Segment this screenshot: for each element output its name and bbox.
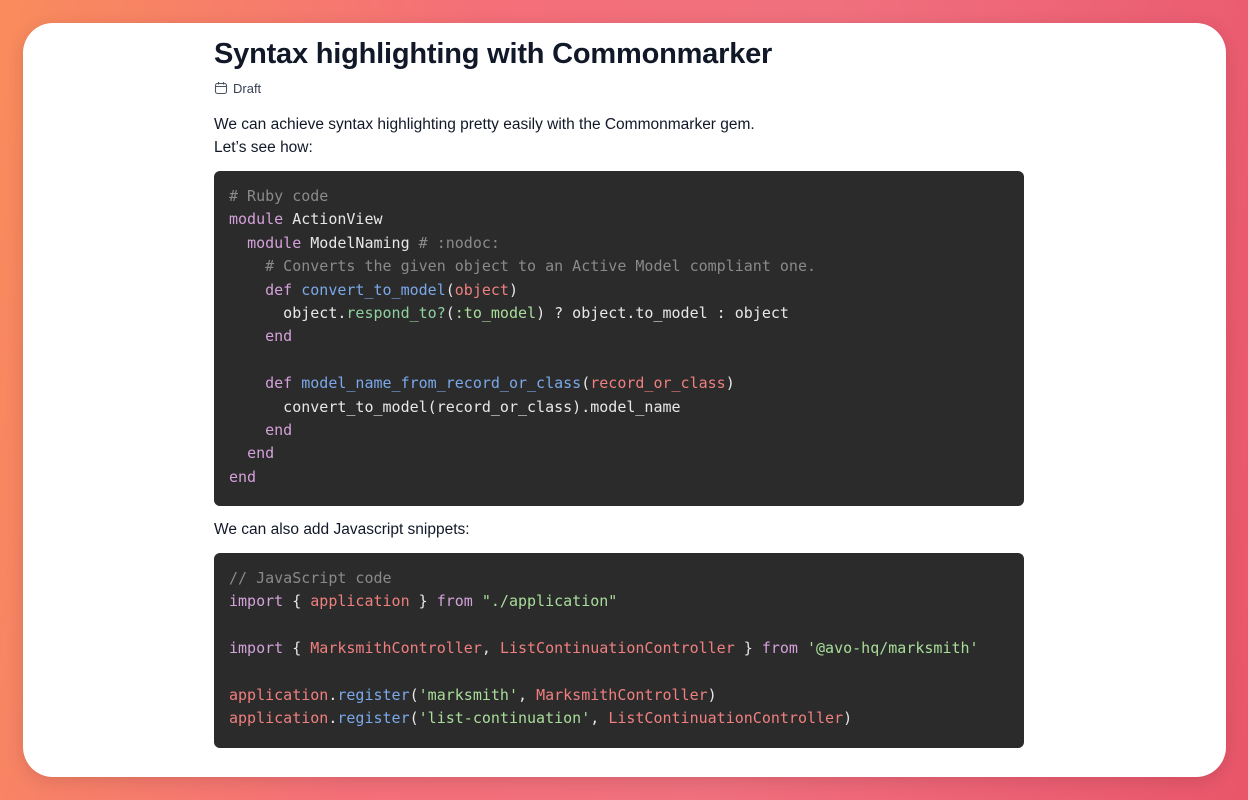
code-line: def convert_to_model(object)	[229, 279, 1009, 302]
code-line: end	[229, 419, 1009, 442]
code-token: ListContinuationController	[608, 709, 844, 728]
code-token: )	[508, 280, 518, 299]
code-token: ListContinuationController	[499, 639, 735, 658]
post-status: Draft	[214, 80, 1024, 96]
code-token: (	[445, 303, 455, 322]
code-token: model_name_from_record_or_class	[301, 374, 582, 393]
code-token: application	[229, 709, 329, 728]
javascript-code-block: // JavaScript code import { application }…	[214, 553, 1024, 748]
ruby-code-block: # Ruby code module ActionView module Mode…	[214, 171, 1024, 506]
code-line: import { application } from "./applicati…	[229, 590, 1009, 613]
js-intro-paragraph: We can also add Javascript snippets:	[214, 521, 470, 538]
code-token: end	[229, 467, 257, 486]
code-line: application.register('marksmith', Marksm…	[229, 684, 1009, 707]
code-token: register	[337, 685, 410, 704]
code-line: end	[229, 325, 1009, 348]
code-token: )	[707, 685, 717, 704]
code-line: # Ruby code	[229, 185, 1009, 208]
code-token: application	[310, 592, 410, 611]
code-token: 'list-continuation'	[418, 709, 591, 728]
code-token: )	[843, 709, 853, 728]
intro-line-1: We can achieve syntax highlighting prett…	[214, 116, 755, 133]
post-card: Syntax highlighting with Commonmarker Dr…	[23, 23, 1226, 777]
code-token: object.	[229, 303, 347, 322]
code-line: # Converts the given object to an Active…	[229, 255, 1009, 278]
calendar-icon	[214, 82, 228, 95]
code-token: convert_to_model(record_or_class).model_…	[229, 397, 681, 416]
code-token: # :nodoc:	[418, 233, 500, 252]
code-token: :to_model	[454, 303, 537, 322]
code-token: # Converts the given object to an Active…	[265, 257, 817, 276]
code-token: import	[229, 592, 284, 611]
code-token: ,	[590, 709, 609, 728]
code-token: def	[265, 374, 293, 393]
code-token: application	[229, 685, 329, 704]
code-token: ) ? object.to_model : object	[536, 303, 789, 322]
post-title: Syntax highlighting with Commonmarker	[214, 38, 773, 70]
code-token: end	[265, 327, 293, 346]
code-token: (	[445, 280, 455, 299]
code-line: // JavaScript code	[229, 567, 1009, 590]
code-token: record_or_class	[590, 374, 726, 393]
code-line: convert_to_model(record_or_class).model_…	[229, 396, 1009, 419]
intro-line-2: Let’s see how:	[214, 139, 313, 156]
code-token: (	[409, 685, 419, 704]
code-line: module ModelNaming # :nodoc:	[229, 232, 1009, 255]
post-content: Syntax highlighting with Commonmarker Dr…	[214, 37, 1024, 748]
code-token: {	[283, 639, 311, 658]
code-line: object.respond_to?(:to_model) ? object.t…	[229, 302, 1009, 325]
code-token: register	[337, 709, 410, 728]
code-token: object	[454, 280, 509, 299]
code-token: end	[247, 444, 275, 463]
status-label: Draft	[233, 80, 262, 96]
code-token: import	[229, 639, 284, 658]
code-line: application.register('list-continuation'…	[229, 707, 1009, 730]
code-token: end	[265, 420, 293, 439]
code-token: convert_to_model	[301, 280, 446, 299]
code-token: # Ruby code	[229, 187, 329, 205]
code-token: (	[581, 374, 591, 393]
code-token: MarksmithController	[310, 639, 482, 658]
code-token: '@avo-hq/marksmith'	[807, 639, 979, 658]
code-token: ,	[518, 685, 537, 704]
code-line: end	[229, 466, 1009, 489]
code-token: )	[725, 374, 735, 393]
code-token: from	[436, 592, 473, 611]
code-token: ModelNaming	[301, 233, 419, 252]
code-line: def model_name_from_record_or_class(reco…	[229, 372, 1009, 395]
code-token: "./application"	[481, 592, 618, 611]
intro-paragraph: We can achieve syntax highlighting prett…	[214, 113, 1024, 159]
code-token: {	[283, 592, 311, 611]
code-token: }	[734, 639, 762, 658]
code-token: ,	[481, 639, 500, 658]
code-token: module	[229, 210, 284, 229]
code-token: MarksmithController	[536, 685, 708, 704]
code-token: ActionView	[283, 210, 383, 229]
code-line: import { MarksmithController, ListContin…	[229, 637, 1009, 660]
code-token: module	[247, 233, 302, 252]
code-token: respond_to?	[346, 303, 446, 322]
code-token: // JavaScript code	[229, 569, 392, 587]
code-line: end	[229, 442, 1009, 465]
code-token: from	[761, 639, 798, 658]
code-token: }	[409, 592, 437, 611]
code-line: module ActionView	[229, 208, 1009, 231]
code-token: (	[409, 709, 419, 728]
code-token: def	[265, 280, 293, 299]
code-token: 'marksmith'	[418, 685, 518, 704]
